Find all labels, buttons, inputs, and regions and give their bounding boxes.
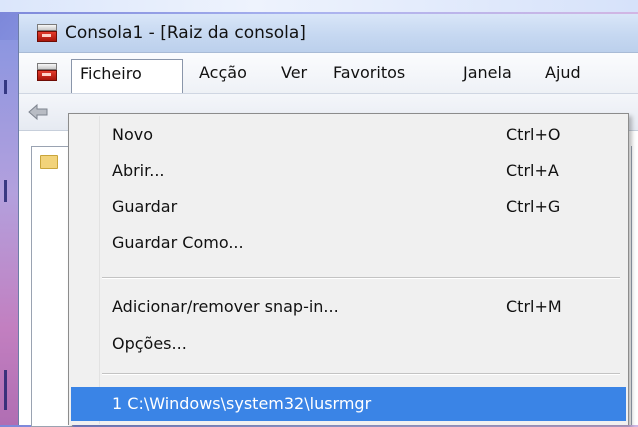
menu-item-adicionar-snap-in[interactable]: Adicionar/remover snap-in... Ctrl+M <box>71 290 626 324</box>
menu-ver[interactable]: Ver <box>273 59 315 87</box>
menu-ficheiro[interactable]: Ficheiro <box>71 59 183 93</box>
system-menu-icon[interactable] <box>37 63 57 81</box>
menu-bar: Ficheiro Acção Ver Favoritos Janela Ajud <box>19 53 638 94</box>
menu-accao[interactable]: Acção <box>191 59 255 87</box>
console-tree-pane[interactable] <box>31 146 73 427</box>
menu-item-label: Adicionar/remover snap-in... <box>112 297 339 316</box>
menu-item-guardar-como[interactable]: Guardar Como... <box>71 226 626 260</box>
menu-item-label: 1 C:\Windows\system32\lusrmgr <box>112 394 372 413</box>
menu-item-opcoes[interactable]: Opções... <box>71 327 626 361</box>
back-arrow-icon[interactable] <box>27 102 49 122</box>
desktop-edge <box>0 40 18 425</box>
menu-item-label: Guardar <box>112 197 178 216</box>
file-menu-dropdown: Novo Ctrl+O Abrir... Ctrl+A Guardar Ctrl… <box>68 113 629 425</box>
menu-item-label: Guardar Como... <box>112 233 244 252</box>
menu-item-shortcut: Ctrl+O <box>506 125 561 144</box>
menu-item-recent-lusrmgr[interactable]: 1 C:\Windows\system32\lusrmgr <box>71 387 626 421</box>
menu-separator <box>102 373 620 375</box>
mmc-console-icon[interactable] <box>37 24 57 42</box>
menu-item-abrir[interactable]: Abrir... Ctrl+A <box>71 154 626 188</box>
menu-item-guardar[interactable]: Guardar Ctrl+G <box>71 190 626 224</box>
menu-item-label: Abrir... <box>112 161 165 180</box>
menu-item-label: Novo <box>112 125 154 144</box>
menu-item-label: Opções... <box>112 334 187 353</box>
menu-item-shortcut: Ctrl+A <box>506 161 559 180</box>
background-window-strip <box>0 0 638 12</box>
title-bar[interactable]: Consola1 - [Raiz da consola] <box>19 14 638 53</box>
window-title: Consola1 - [Raiz da consola] <box>65 23 306 43</box>
menu-item-shortcut: Ctrl+G <box>506 197 561 216</box>
folder-icon[interactable] <box>40 155 58 169</box>
results-pane-border <box>631 146 632 425</box>
menu-janela[interactable]: Janela <box>455 59 520 87</box>
menu-favoritos[interactable]: Favoritos <box>325 59 413 87</box>
menu-item-shortcut: Ctrl+M <box>506 297 562 316</box>
menu-item-novo[interactable]: Novo Ctrl+O <box>71 118 626 152</box>
menu-ajuda[interactable]: Ajud <box>537 59 589 87</box>
menu-separator <box>102 277 620 279</box>
